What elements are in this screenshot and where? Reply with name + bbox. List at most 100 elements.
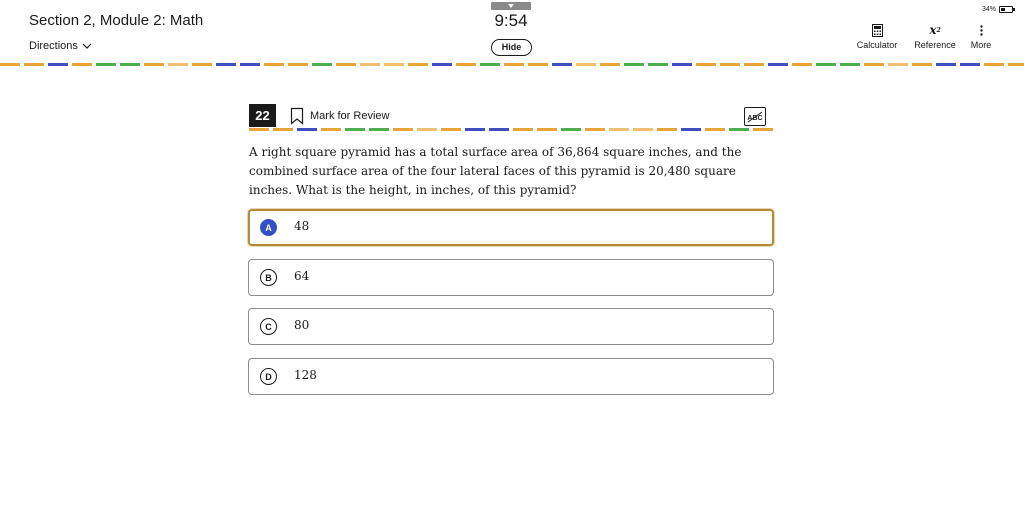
divider-dash — [609, 128, 629, 131]
choice-letter: B — [260, 269, 277, 286]
divider-dash — [768, 63, 788, 66]
divider-dash — [984, 63, 1004, 66]
choice-text: 64 — [294, 269, 310, 283]
divider-dash — [624, 63, 644, 66]
reference-button[interactable]: x2 Reference — [910, 22, 960, 50]
divider-dash — [336, 63, 356, 66]
divider-dash — [297, 128, 317, 131]
answer-eliminator-button[interactable]: ABC — [744, 107, 766, 126]
divider-dash — [96, 63, 116, 66]
calculator-label: Calculator — [856, 40, 898, 50]
more-button[interactable]: More — [964, 22, 998, 50]
divider-dash — [537, 128, 557, 131]
divider-dash — [960, 63, 980, 66]
header-divider — [0, 63, 1024, 66]
battery-icon — [999, 6, 1016, 13]
choice-text: 48 — [294, 219, 310, 233]
divider-dash — [840, 63, 860, 66]
divider-dash — [72, 63, 92, 66]
more-label: More — [970, 40, 992, 50]
divider-dash — [600, 63, 620, 66]
divider-dash — [360, 63, 380, 66]
mark-for-review-button[interactable]: Mark for Review — [290, 107, 389, 125]
divider-dash — [633, 128, 653, 131]
divider-dash — [552, 63, 572, 66]
divider-dash — [705, 128, 725, 131]
directions-toggle[interactable]: Directions — [29, 40, 92, 52]
divider-dash — [1008, 63, 1024, 66]
battery-percent: 34% — [982, 6, 997, 13]
more-vertical-icon — [979, 22, 983, 38]
divider-dash — [240, 63, 260, 66]
divider-dash — [480, 63, 500, 66]
divider-dash — [753, 128, 773, 131]
timer-collapse-handle[interactable] — [491, 2, 531, 10]
divider-dash — [24, 63, 44, 66]
divider-dash — [408, 63, 428, 66]
answer-eliminator-icon: ABC — [747, 111, 763, 122]
divider-dash — [432, 63, 452, 66]
reference-icon: x2 — [929, 23, 941, 37]
divider-dash — [513, 128, 533, 131]
countdown-timer: 9:54 — [494, 11, 528, 30]
divider-dash — [393, 128, 413, 131]
divider-dash — [792, 63, 812, 66]
divider-dash — [936, 63, 956, 66]
divider-dash — [576, 63, 596, 66]
divider-dash — [465, 128, 485, 131]
choice-text: 128 — [294, 368, 317, 382]
chevron-down-icon — [82, 43, 92, 49]
choice-a[interactable]: A 48 — [248, 209, 774, 246]
divider-dash — [657, 128, 677, 131]
divider-dash — [729, 128, 749, 131]
choice-letter: D — [260, 368, 277, 385]
divider-dash — [888, 63, 908, 66]
divider-dash — [681, 128, 701, 131]
divider-dash — [144, 63, 164, 66]
divider-dash — [120, 63, 140, 66]
divider-dash — [384, 63, 404, 66]
divider-dash — [528, 63, 548, 66]
divider-dash — [369, 128, 389, 131]
choice-letter: C — [260, 318, 277, 335]
divider-dash — [585, 128, 605, 131]
divider-dash — [417, 128, 437, 131]
divider-dash — [264, 63, 284, 66]
divider-dash — [912, 63, 932, 66]
divider-dash — [48, 63, 68, 66]
divider-dash — [168, 63, 188, 66]
divider-dash — [441, 128, 461, 131]
choice-c[interactable]: C 80 — [248, 308, 774, 345]
reference-label: Reference — [914, 40, 956, 50]
question-text: A right square pyramid has a total surfa… — [249, 145, 742, 197]
battery-level-fill — [1001, 8, 1006, 11]
choice-d[interactable]: D 128 — [248, 358, 774, 395]
calculator-button[interactable]: Calculator — [852, 22, 902, 50]
calculator-icon — [871, 22, 883, 38]
choice-b[interactable]: B 64 — [248, 259, 774, 296]
divider-dash — [321, 128, 341, 131]
divider-dash — [345, 128, 365, 131]
divider-dash — [864, 63, 884, 66]
section-title: Section 2, Module 2: Math — [29, 12, 204, 29]
divider-dash — [456, 63, 476, 66]
divider-dash — [696, 63, 716, 66]
divider-dash — [0, 63, 20, 66]
directions-label: Directions — [29, 40, 78, 52]
choice-text: 80 — [294, 318, 310, 332]
divider-dash — [288, 63, 308, 66]
question-number: 22 — [249, 104, 276, 127]
divider-dash — [273, 128, 293, 131]
hide-timer-button[interactable]: Hide — [491, 39, 532, 56]
bookmark-icon — [290, 107, 304, 125]
choice-letter: A — [260, 219, 277, 236]
chevron-down-icon — [508, 4, 514, 8]
divider-dash — [648, 63, 668, 66]
divider-dash — [312, 63, 332, 66]
mark-for-review-label: Mark for Review — [310, 110, 390, 122]
divider-dash — [672, 63, 692, 66]
divider-dash — [216, 63, 236, 66]
divider-dash — [504, 63, 524, 66]
question-divider — [249, 128, 773, 131]
divider-dash — [720, 63, 740, 66]
